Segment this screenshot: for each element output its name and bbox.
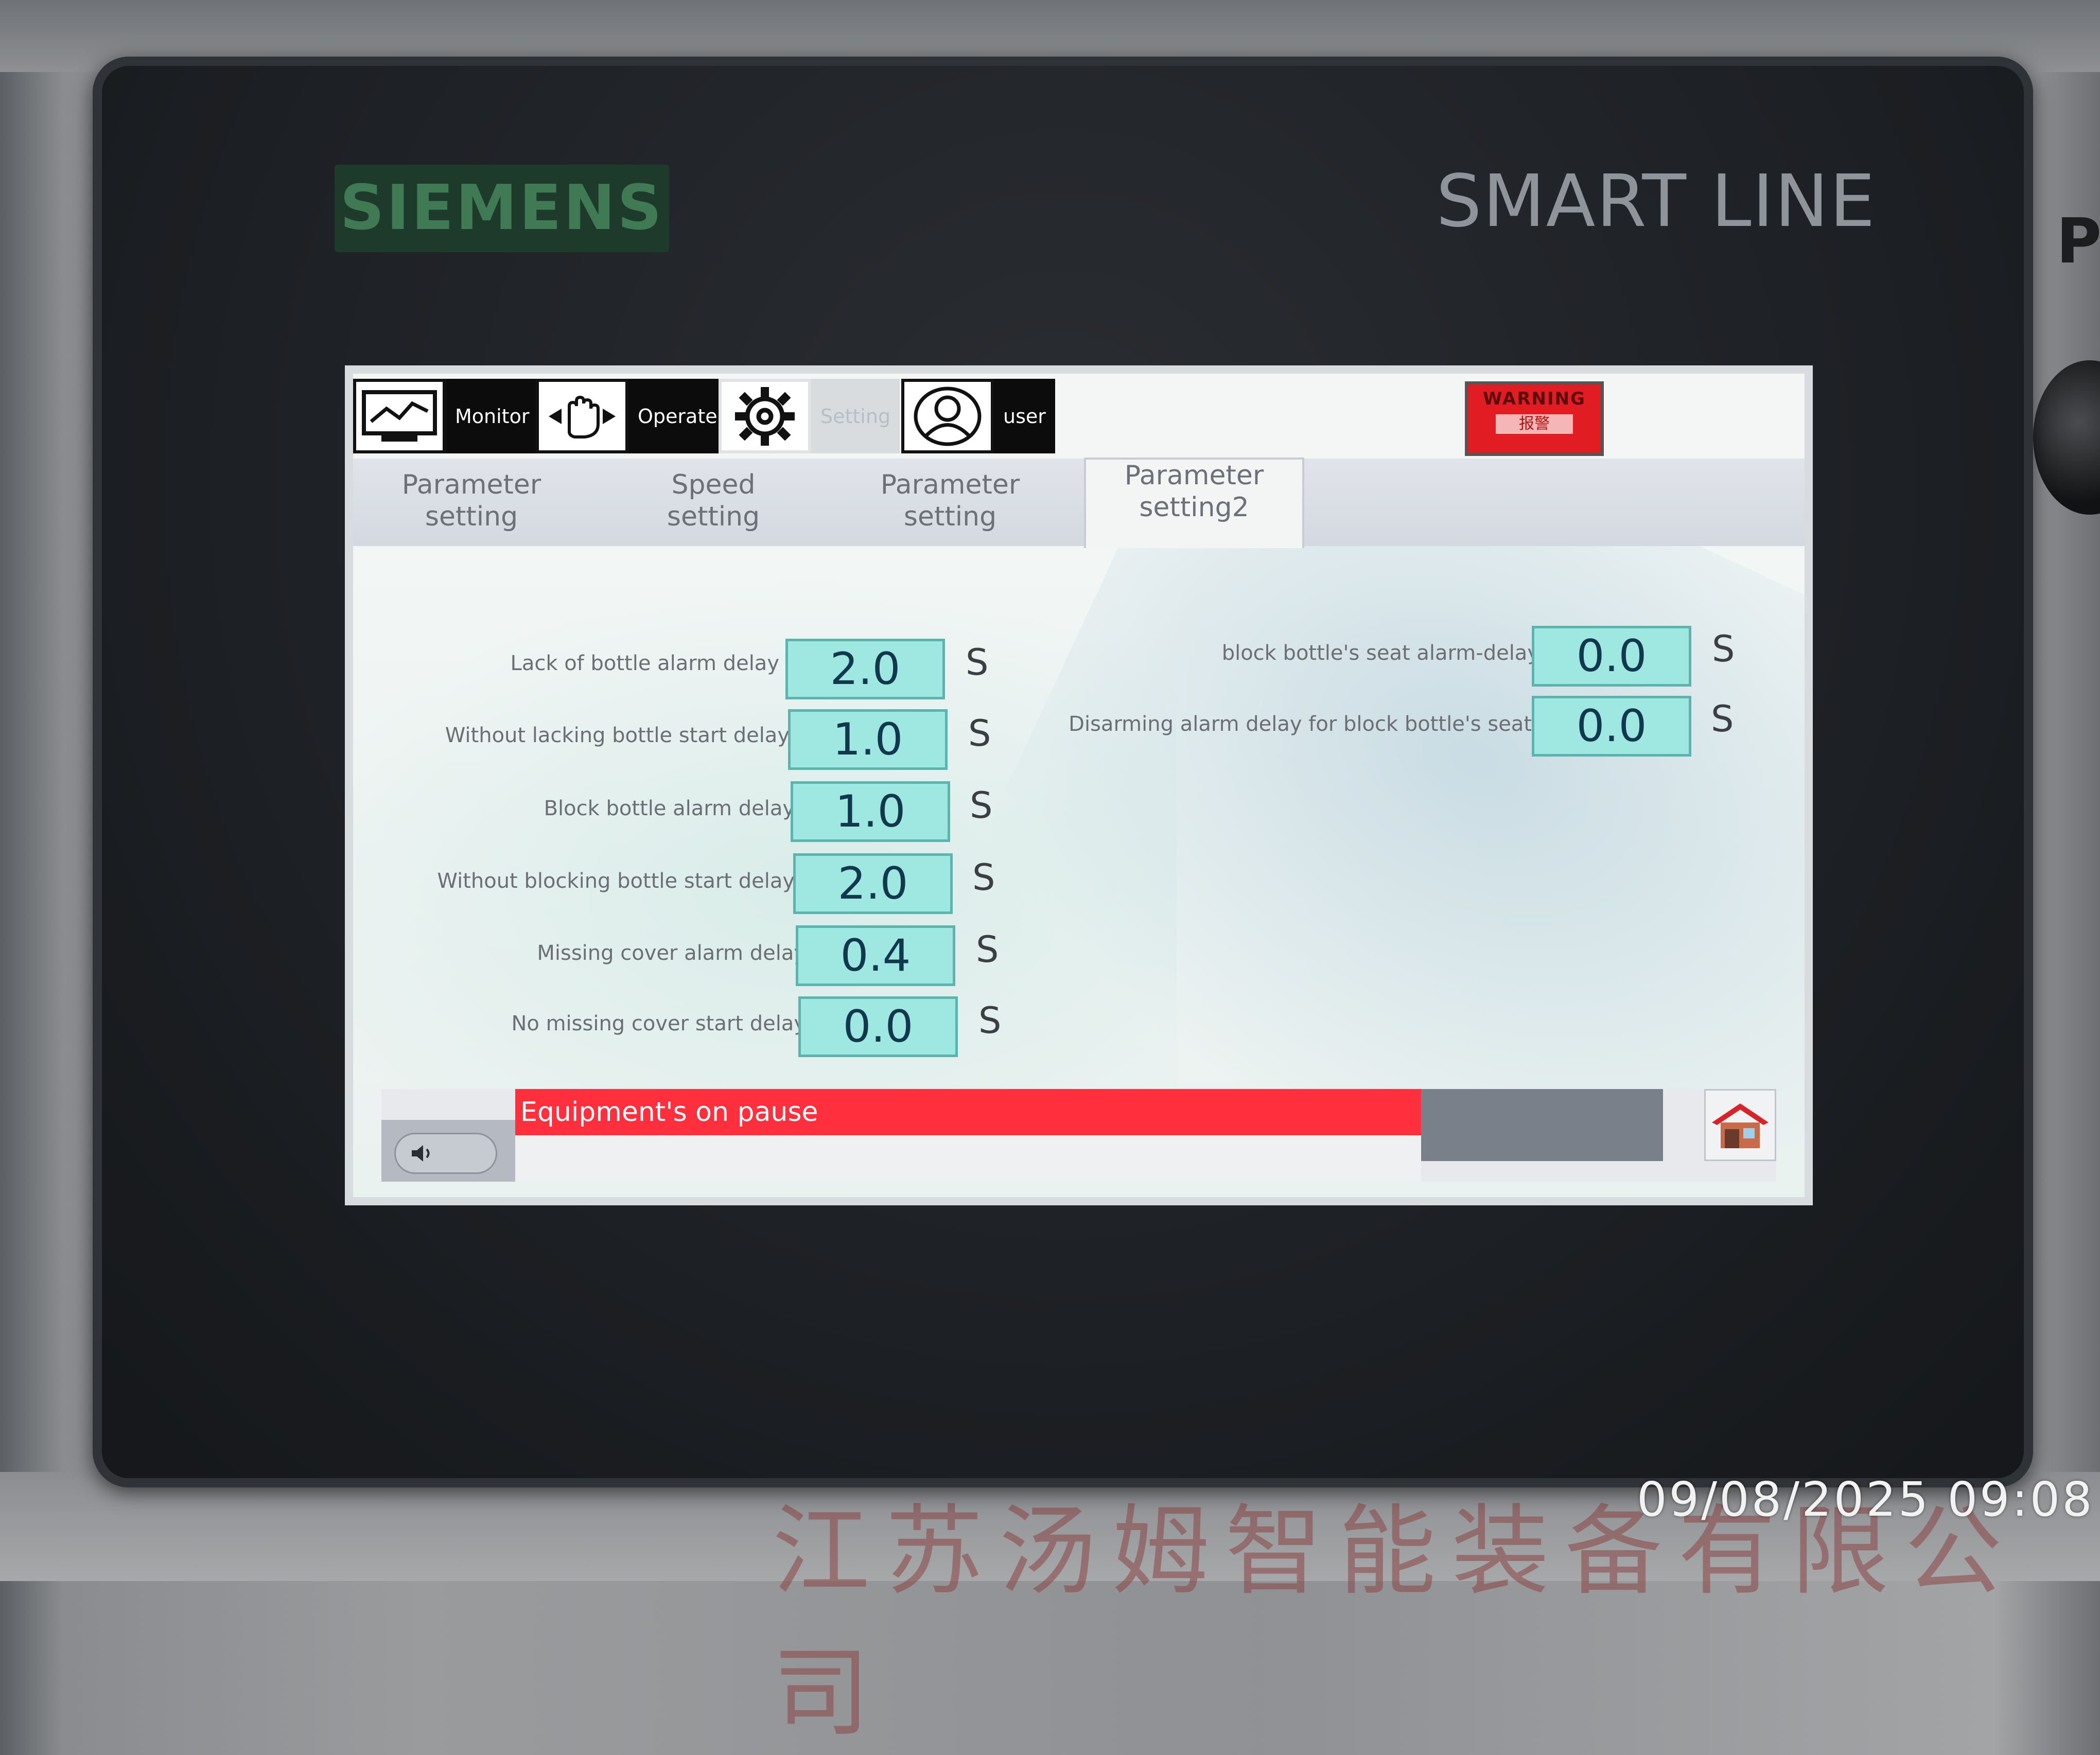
hmi-screen: Monitor Operate Setting user WARNING 报警 … (345, 365, 1813, 1205)
top-toolbar: Monitor Operate Setting user WARNING 报警 (353, 374, 1805, 459)
tab-bar: Parameter setting Speed setting Paramete… (353, 458, 1805, 548)
volume-button[interactable] (394, 1133, 497, 1174)
param-label: Lack of bottle alarm delay (510, 652, 779, 675)
speaker-icon (412, 1145, 430, 1162)
siemens-logo: SIEMENS (335, 165, 669, 252)
param-unit: S (976, 928, 999, 971)
monitor-button[interactable]: Monitor (353, 379, 539, 453)
param-unit: S (972, 856, 995, 899)
user-button[interactable]: user (901, 379, 1055, 453)
param-unit: S (1711, 698, 1734, 740)
user-label: user (994, 379, 1055, 453)
setting-label: Setting (811, 379, 900, 453)
param-value-input[interactable]: 0.0 (1532, 696, 1691, 757)
warning-title: WARNING (1483, 389, 1586, 409)
gear-icon (719, 379, 811, 453)
param-value-input[interactable]: 0.4 (796, 925, 955, 986)
param-unit: S (970, 784, 993, 827)
tab-parameter-setting-alt[interactable]: Parameter setting (842, 469, 1058, 541)
warning-subtitle: 报警 (1496, 414, 1573, 434)
param-unit: S (966, 641, 989, 683)
param-unit: S (1712, 628, 1735, 670)
tab-parameter-setting2[interactable]: Parameter setting2 (1084, 458, 1304, 548)
tab-parameter-setting[interactable]: Parameter setting (363, 469, 580, 541)
param-label: No missing cover start delay (511, 1012, 806, 1036)
monitor-chart-icon (353, 379, 446, 453)
param-label: Without lacking bottle start delay (445, 724, 790, 747)
status-message-lower (515, 1135, 1421, 1182)
series-label: SMART LINE (1436, 160, 1877, 243)
param-value-input[interactable]: 0.0 (1532, 626, 1691, 687)
user-icon (901, 379, 994, 453)
param-label: Block bottle alarm delay (544, 797, 795, 820)
status-message: Equipment's on pause (515, 1089, 1421, 1135)
side-knob (2033, 360, 2100, 515)
home-button[interactable] (1704, 1089, 1776, 1161)
param-value-input[interactable]: 2.0 (793, 853, 953, 914)
operate-label: Operate (628, 379, 727, 453)
param-label: Without blocking bottle start delay (437, 869, 795, 893)
param-value-input[interactable]: 0.0 (798, 996, 958, 1057)
hand-icon (536, 379, 628, 453)
param-value-input[interactable]: 2.0 (785, 639, 945, 699)
param-unit: S (978, 999, 1002, 1042)
setting-button[interactable]: Setting (719, 379, 900, 453)
status-bar: Equipment's on pause (381, 1089, 1776, 1182)
monitor-label: Monitor (446, 379, 539, 453)
param-label: block bottle's seat alarm-delay (1221, 641, 1539, 665)
side-label: PC (2056, 206, 2100, 277)
operate-button[interactable]: Operate (536, 379, 727, 453)
tab-speed-setting[interactable]: Speed setting (605, 469, 821, 541)
param-unit: S (968, 712, 991, 754)
param-value-input[interactable]: 1.0 (791, 781, 950, 842)
param-label: Disarming alarm delay for block bottle's… (1069, 712, 1532, 736)
param-value-input[interactable]: 1.0 (788, 709, 948, 770)
warning-button[interactable]: WARNING 报警 (1465, 381, 1604, 456)
status-right-panel (1421, 1089, 1663, 1161)
photo-timestamp: 09/08/2025 09:08 (1637, 1472, 2094, 1527)
param-label: Missing cover alarm delay (537, 941, 806, 965)
home-icon (1712, 1103, 1769, 1148)
